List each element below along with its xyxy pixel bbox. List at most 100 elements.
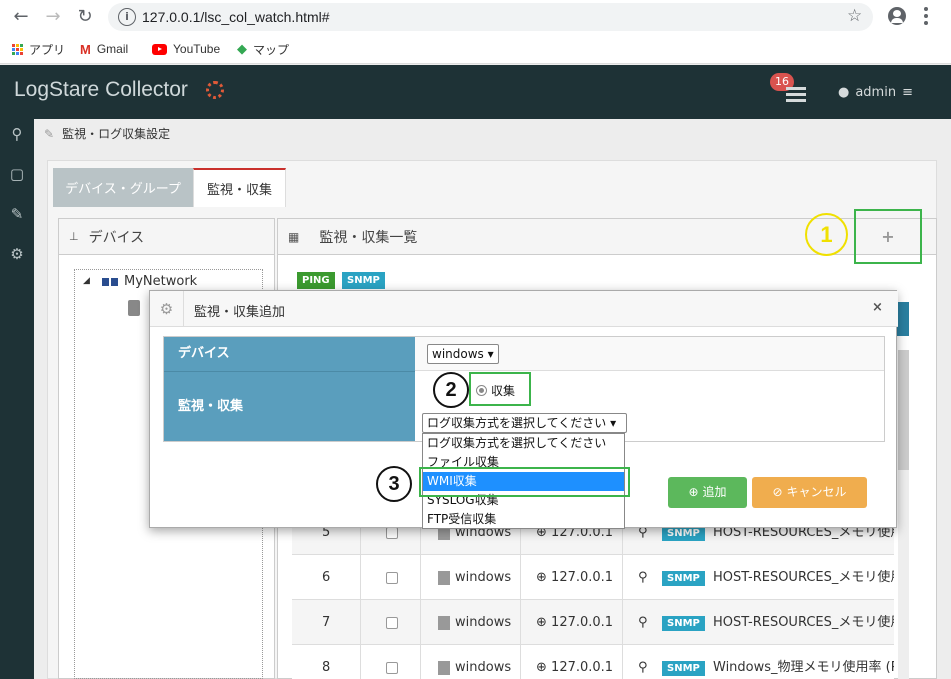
watch-list-title: 監視・収集一覧 (319, 229, 418, 246)
menu-lines-icon: ≡ (902, 85, 913, 100)
device-name: windows (455, 570, 512, 585)
modal-header: ⚙ 監視・収集追加 × (150, 291, 898, 327)
watch-table: 5 windows ⊕ 127.0.0.1 ⚲ SNMP HOST-RESOUR… (292, 510, 894, 679)
device-cell: windows (438, 555, 511, 600)
annotation-step-1: 1 (805, 213, 848, 256)
collect-radio-highlight: 収集 (469, 372, 531, 406)
bookmark-star-icon[interactable]: ☆ (847, 6, 862, 26)
device-name: windows (455, 660, 512, 675)
info-icon[interactable]: i (118, 8, 136, 26)
globe-icon: ⊕ (536, 615, 547, 630)
ban-icon: ⊘ (772, 485, 783, 499)
bookmark-label: マップ (253, 42, 290, 57)
search-icon[interactable]: ⚲ (638, 555, 648, 600)
server-icon (438, 660, 450, 675)
tab-watch-collect[interactable]: 監視・収集 (193, 168, 286, 207)
book-icon[interactable]: ▢ (0, 159, 34, 189)
scrollbar-track[interactable] (898, 470, 909, 679)
row-checkbox[interactable] (386, 526, 398, 539)
row-checkbox[interactable] (386, 616, 398, 629)
search-icon[interactable]: ⚲ (0, 119, 34, 149)
reload-icon[interactable]: ↻ (74, 6, 96, 28)
option-ftp[interactable]: FTP受信収集 (423, 510, 624, 529)
snmp-badge: SNMP (662, 661, 705, 676)
watch-name: HOST-RESOURCES_メモリ使用率 (713, 615, 894, 630)
ip-address: 127.0.0.1 (551, 570, 614, 585)
task-list-icon[interactable] (786, 85, 806, 103)
row-checkbox[interactable] (386, 571, 398, 584)
ip-address: 127.0.0.1 (551, 615, 614, 630)
brand-title[interactable]: LogStare Collector (14, 78, 188, 102)
server-icon (438, 615, 450, 630)
gears-icon[interactable]: ⚙ (0, 239, 34, 269)
add-watch-button[interactable]: + (854, 209, 922, 264)
tree-root-label[interactable]: MyNetwork (124, 274, 197, 289)
ping-label[interactable]: PING (297, 272, 335, 289)
globe-icon: ⊕ (536, 570, 547, 585)
annotation-step-3: 3 (376, 466, 412, 502)
breadcrumb-label: 監視・ログ収集設定 (62, 127, 171, 141)
collect-radio[interactable]: 収集 (476, 382, 515, 399)
table-row[interactable]: 6 windows ⊕ 127.0.0.1 ⚲ SNMP HOST-RESOUR… (292, 555, 894, 600)
row-number: 8 (322, 660, 331, 675)
forward-arrow-icon[interactable]: → (42, 6, 64, 28)
tab-device-group[interactable]: デバイス・グループ (53, 168, 193, 207)
watch-name: HOST-RESOURCES_メモリ使用率 (713, 570, 894, 585)
row-number: 6 (322, 570, 331, 585)
search-icon[interactable]: ⚲ (638, 645, 648, 679)
user-icon: ● (838, 85, 850, 100)
server-icon[interactable] (128, 300, 140, 316)
apps-grid-icon (12, 43, 23, 55)
loading-spinner-icon (206, 81, 224, 99)
wrench-icon: ✎ (44, 126, 55, 141)
ip-cell: ⊕ 127.0.0.1 (536, 555, 613, 600)
collect-method-select[interactable]: ログ収集方式を選択してください ▾ (422, 413, 627, 433)
table-grid-icon: ▦ (288, 229, 300, 244)
snmp-label[interactable]: SNMP (342, 272, 385, 289)
table-row[interactable]: 7 windows ⊕ 127.0.0.1 ⚲ SNMP HOST-RESOUR… (292, 600, 894, 645)
row-checkbox[interactable] (386, 661, 398, 674)
search-icon[interactable]: ⚲ (638, 600, 648, 645)
tree-collapse-icon[interactable]: ◢ (83, 276, 90, 286)
user-menu[interactable]: ● admin ≡ (838, 85, 913, 100)
table-row[interactable]: 8 windows ⊕ 127.0.0.1 ⚲ SNMP Windows_物理メ… (292, 645, 894, 679)
radio-icon[interactable] (476, 385, 487, 396)
annotation-step-2: 2 (433, 372, 469, 408)
cancel-button-label: キャンセル (786, 485, 847, 499)
globe-icon: ⊕ (536, 660, 547, 675)
sitemap-icon: ⊥ (69, 230, 79, 243)
profile-avatar-icon[interactable] (888, 7, 906, 25)
option-placeholder[interactable]: ログ収集方式を選択してください (423, 434, 624, 453)
ip-cell: ⊕ 127.0.0.1 (536, 645, 613, 679)
device-label: デバイス (164, 337, 415, 371)
device-select[interactable]: windows ▾ (427, 344, 499, 364)
add-button[interactable]: ⊕ 追加 (668, 477, 747, 508)
snmp-badge: SNMP (662, 526, 705, 541)
device-panel-header: ⊥ デバイス (59, 219, 274, 255)
bookmark-label: Gmail (96, 42, 129, 56)
bookmark-apps[interactable]: アプリ (12, 40, 65, 58)
address-bar[interactable]: i 127.0.0.1/lsc_col_watch.html# ☆ (108, 3, 873, 31)
back-arrow-icon[interactable]: ← (10, 6, 32, 28)
breadcrumb: ✎ 監視・ログ収集設定 (44, 125, 170, 142)
bookmark-youtube[interactable]: YouTube (152, 40, 220, 58)
app-header: LogStare Collector 16 ● admin ≡ (0, 65, 951, 119)
wmi-option-highlight (419, 467, 630, 497)
watch-label: 監視・収集 (164, 371, 415, 441)
network-icon (102, 278, 118, 287)
username: admin (855, 85, 897, 100)
browser-toolbar: ← → ↻ i 127.0.0.1/lsc_col_watch.html# ☆ (0, 0, 951, 34)
ip-cell: ⊕ 127.0.0.1 (536, 600, 613, 645)
bookmark-gmail[interactable]: M Gmail (80, 40, 128, 58)
ip-address: 127.0.0.1 (551, 660, 614, 675)
close-icon[interactable]: × (872, 300, 883, 315)
bookmark-label: アプリ (29, 42, 66, 57)
bookmark-maps[interactable]: ◆ マップ (237, 40, 289, 58)
sidebar: ⚲ ▢ ✎ ⚙ (0, 119, 34, 679)
menu-kebab-icon[interactable] (924, 5, 928, 27)
wrench-icon[interactable]: ✎ (0, 199, 34, 229)
url-text: 127.0.0.1/lsc_col_watch.html# (142, 9, 330, 25)
device-cell: windows (438, 645, 511, 679)
device-name: windows (455, 615, 512, 630)
cancel-button[interactable]: ⊘ キャンセル (752, 477, 867, 508)
